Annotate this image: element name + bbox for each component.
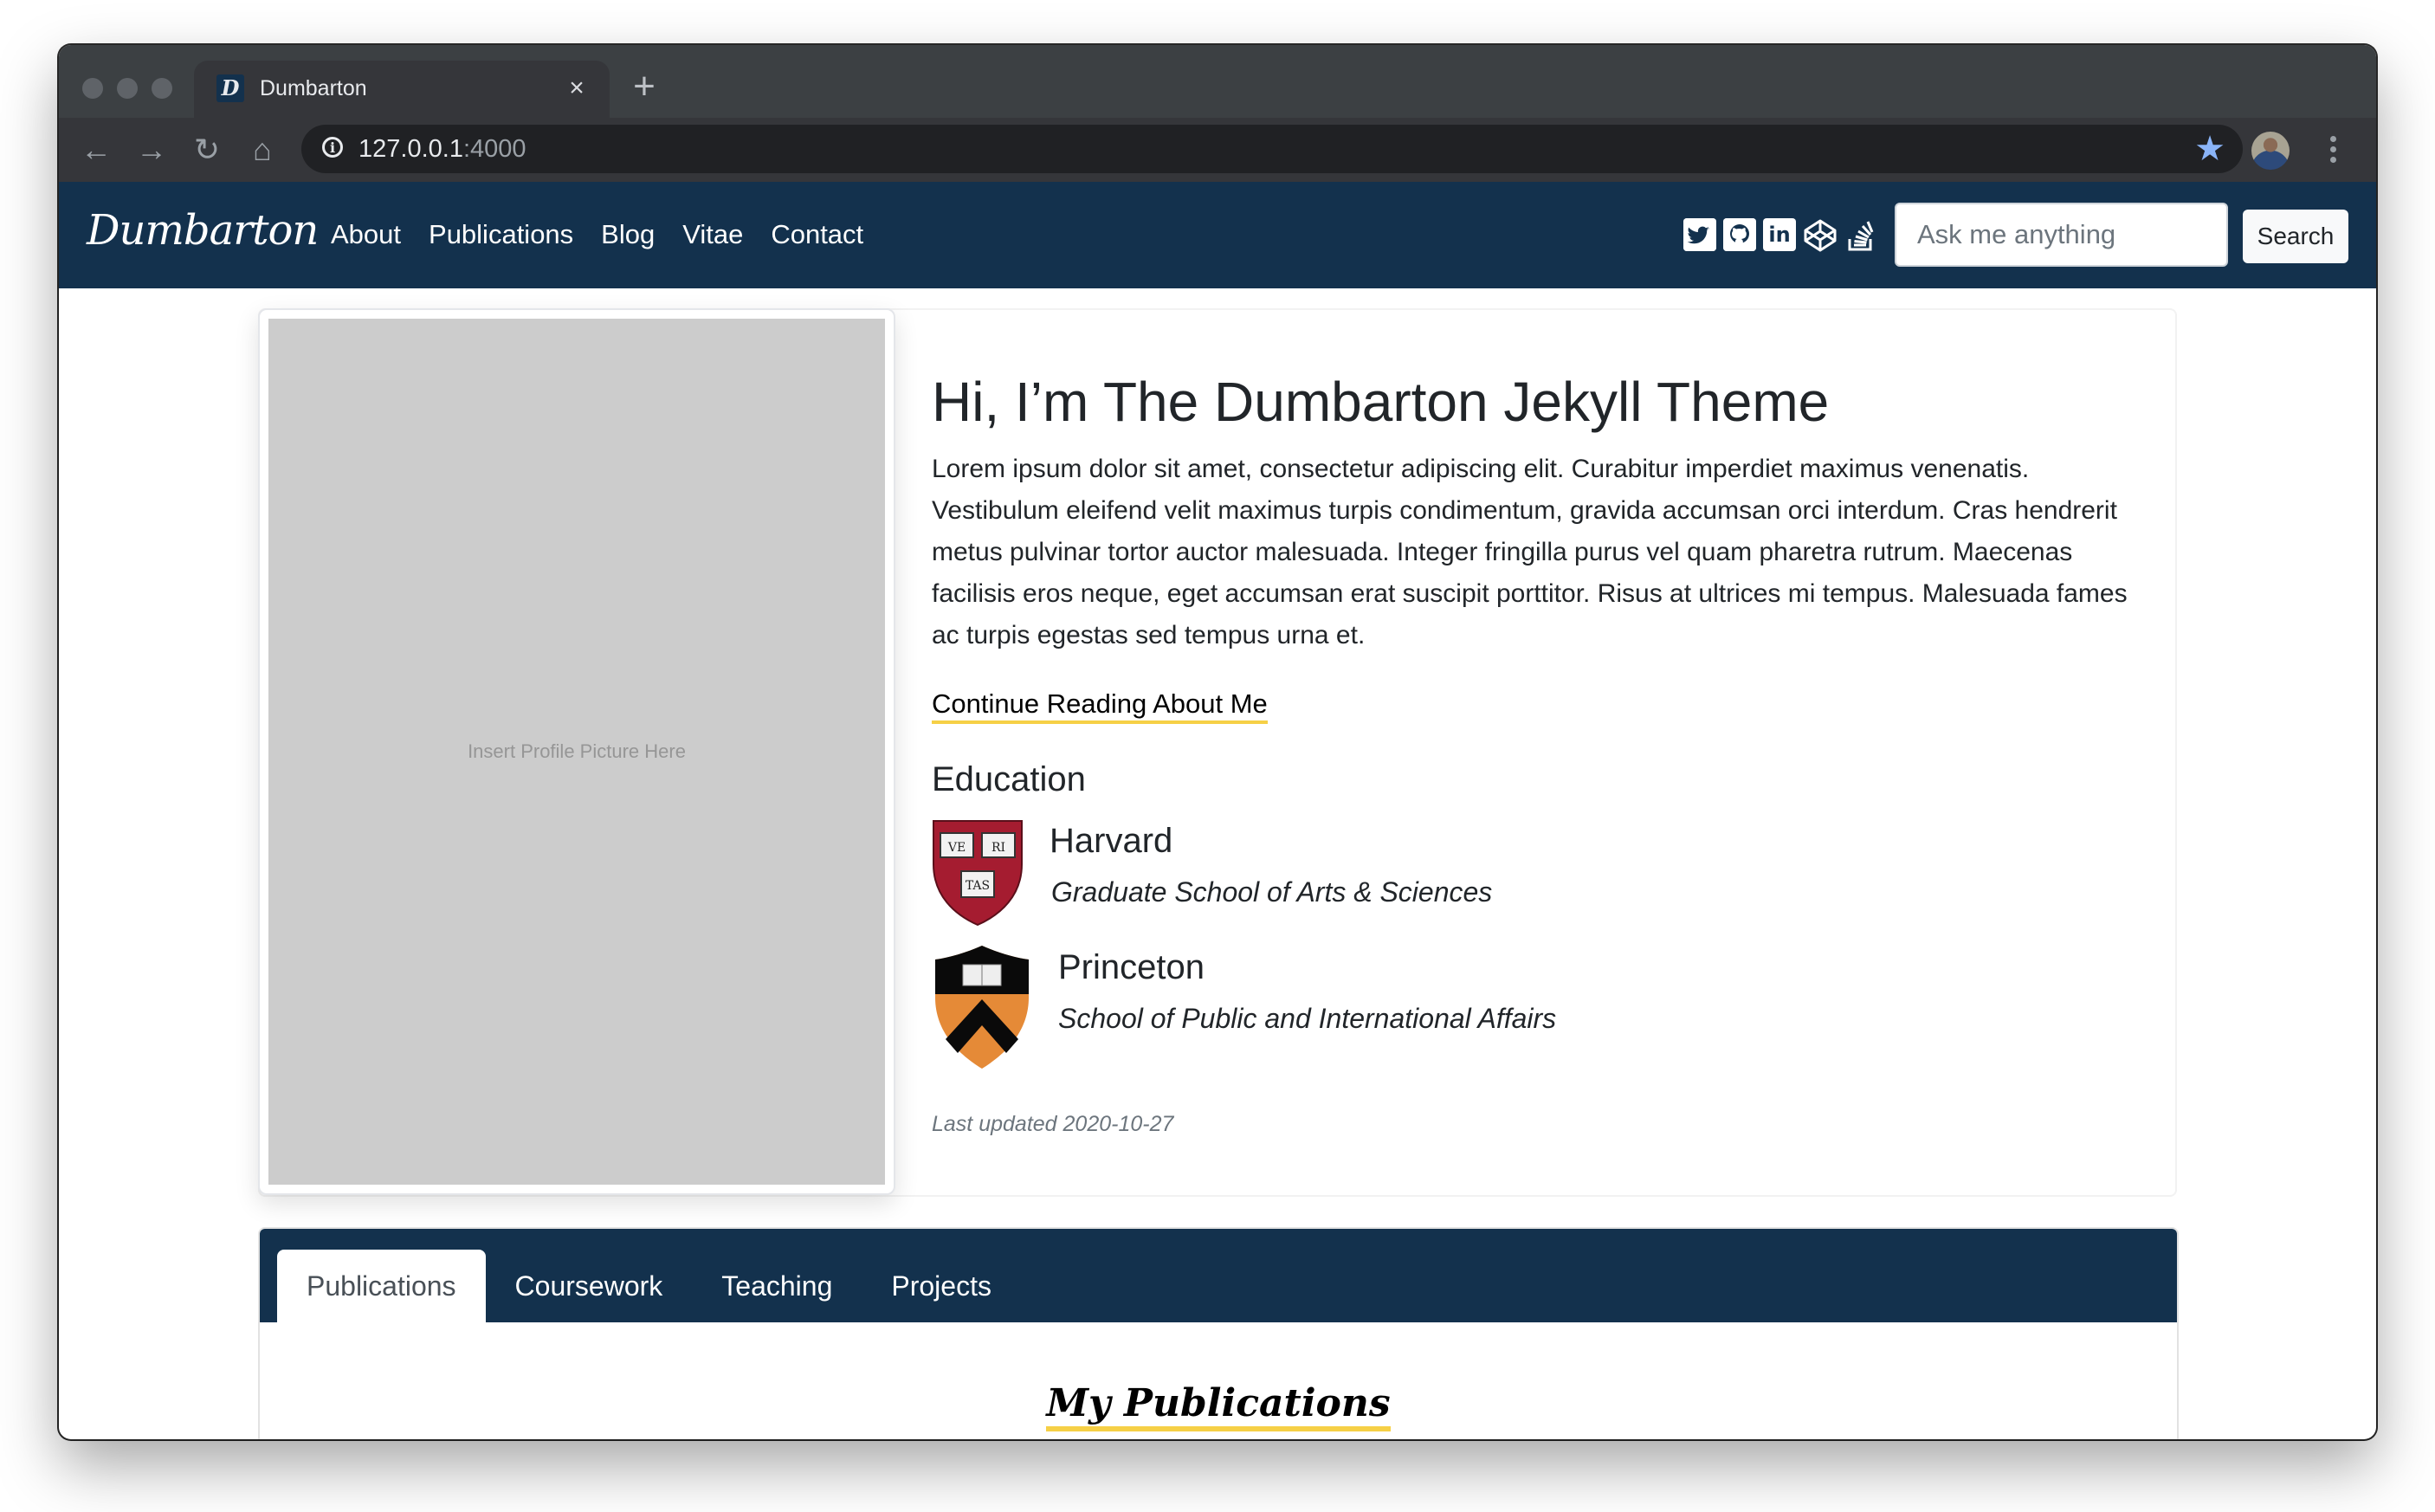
- tab-strip: D Dumbarton × +: [59, 45, 2376, 118]
- tab-title: Dumbarton: [260, 76, 367, 100]
- education-title: Education: [932, 760, 1086, 798]
- social-links: in: [1683, 218, 1879, 252]
- twitter-icon[interactable]: [1683, 218, 1716, 251]
- svg-text:RI: RI: [991, 841, 1005, 855]
- minimize-window-button[interactable]: [117, 78, 138, 99]
- education-item-harvard: VE RI TAS Harvard Graduate School of Art…: [932, 819, 2161, 935]
- github-icon[interactable]: [1723, 218, 1756, 251]
- nav-link-blog[interactable]: Blog: [601, 213, 655, 256]
- profile-picture-card: Insert Profile Picture Here: [258, 308, 895, 1195]
- profile-placeholder-text: Insert Profile Picture Here: [468, 740, 686, 762]
- tab-projects[interactable]: Projects: [862, 1250, 1021, 1322]
- last-updated: Last updated 2020-10-27: [932, 1112, 1174, 1136]
- browser-toolbar: ← → ↻ ⌂ i 127.0.0.1:4000 ★: [59, 118, 2376, 182]
- browser-window: D Dumbarton × + ← → ↻ ⌂ i 127.0.0.1:4000…: [59, 45, 2376, 1439]
- back-arrow-icon[interactable]: ←: [78, 132, 114, 168]
- content-tabs-card: Publications Coursework Teaching Project…: [258, 1227, 2179, 1439]
- tabs-header: Publications Coursework Teaching Project…: [260, 1229, 2177, 1322]
- url-host: 127.0.0.1: [358, 135, 463, 163]
- close-window-button[interactable]: [82, 78, 103, 99]
- about-text: Lorem ipsum dolor sit amet, consectetur …: [932, 455, 2128, 649]
- tabs-list: Publications Coursework Teaching Project…: [277, 1250, 1021, 1322]
- new-tab-icon[interactable]: +: [625, 68, 663, 106]
- dumbarton-favicon-icon: D: [216, 74, 244, 102]
- tab-coursework[interactable]: Coursework: [486, 1250, 693, 1322]
- profile-avatar[interactable]: [2251, 132, 2290, 170]
- svg-text:TAS: TAS: [966, 879, 990, 893]
- browser-tab[interactable]: D Dumbarton ×: [194, 61, 610, 118]
- education-school: School of Public and International Affai…: [1058, 1003, 1557, 1034]
- profile-picture-placeholder: Insert Profile Picture Here: [268, 319, 885, 1185]
- site-brand[interactable]: Dumbarton: [87, 204, 319, 256]
- maximize-window-button[interactable]: [152, 78, 172, 99]
- nav-link-vitae[interactable]: Vitae: [682, 213, 743, 256]
- url-text[interactable]: 127.0.0.1:4000: [358, 133, 526, 165]
- search-button[interactable]: Search: [2243, 210, 2348, 263]
- address-bar[interactable]: i 127.0.0.1:4000 ★: [301, 125, 2243, 173]
- browser-menu-icon[interactable]: [2326, 132, 2340, 170]
- harvard-shield-icon: VE RI TAS: [933, 820, 1023, 927]
- tab-teaching[interactable]: Teaching: [692, 1250, 862, 1322]
- search-input[interactable]: [1895, 203, 2228, 267]
- tab-close-icon[interactable]: ×: [561, 73, 592, 104]
- nav-link-publications[interactable]: Publications: [429, 213, 573, 256]
- continue-reading-link[interactable]: Continue Reading About Me: [932, 688, 1268, 724]
- education-school: Graduate School of Arts & Sciences: [1051, 876, 1493, 908]
- publications-heading: My Publications: [260, 1381, 2177, 1431]
- linkedin-icon[interactable]: in: [1763, 218, 1796, 251]
- education-name: Princeton: [1058, 948, 1205, 986]
- princeton-shield-icon: [935, 946, 1029, 1069]
- education-item-princeton: Princeton School of Public and Internati…: [932, 946, 2161, 1084]
- about-title: Hi, I’m The Dumbarton Jekyll Theme: [932, 371, 1830, 433]
- nav-links: About Publications Blog Vitae Contact: [331, 213, 863, 256]
- home-icon[interactable]: ⌂: [244, 132, 281, 168]
- education-name: Harvard: [1050, 822, 1173, 860]
- stackoverflow-icon[interactable]: [1844, 218, 1879, 251]
- info-icon[interactable]: i: [322, 137, 343, 158]
- tab-publications[interactable]: Publications: [277, 1250, 486, 1322]
- svg-text:VE: VE: [947, 841, 966, 855]
- site-navbar: Dumbarton About Publications Blog Vitae …: [59, 182, 2376, 288]
- codepen-icon[interactable]: [1803, 218, 1838, 252]
- nav-link-about[interactable]: About: [331, 213, 401, 256]
- bookmark-star-icon[interactable]: ★: [2194, 130, 2225, 168]
- url-port: :4000: [462, 135, 526, 163]
- publications-heading-text: My Publications: [1046, 1381, 1391, 1431]
- nav-link-contact[interactable]: Contact: [771, 213, 863, 256]
- about-body: Hi, I’m The Dumbarton Jekyll Theme Lorem…: [932, 367, 2161, 1137]
- forward-arrow-icon[interactable]: →: [133, 132, 170, 168]
- reload-icon[interactable]: ↻: [189, 132, 225, 168]
